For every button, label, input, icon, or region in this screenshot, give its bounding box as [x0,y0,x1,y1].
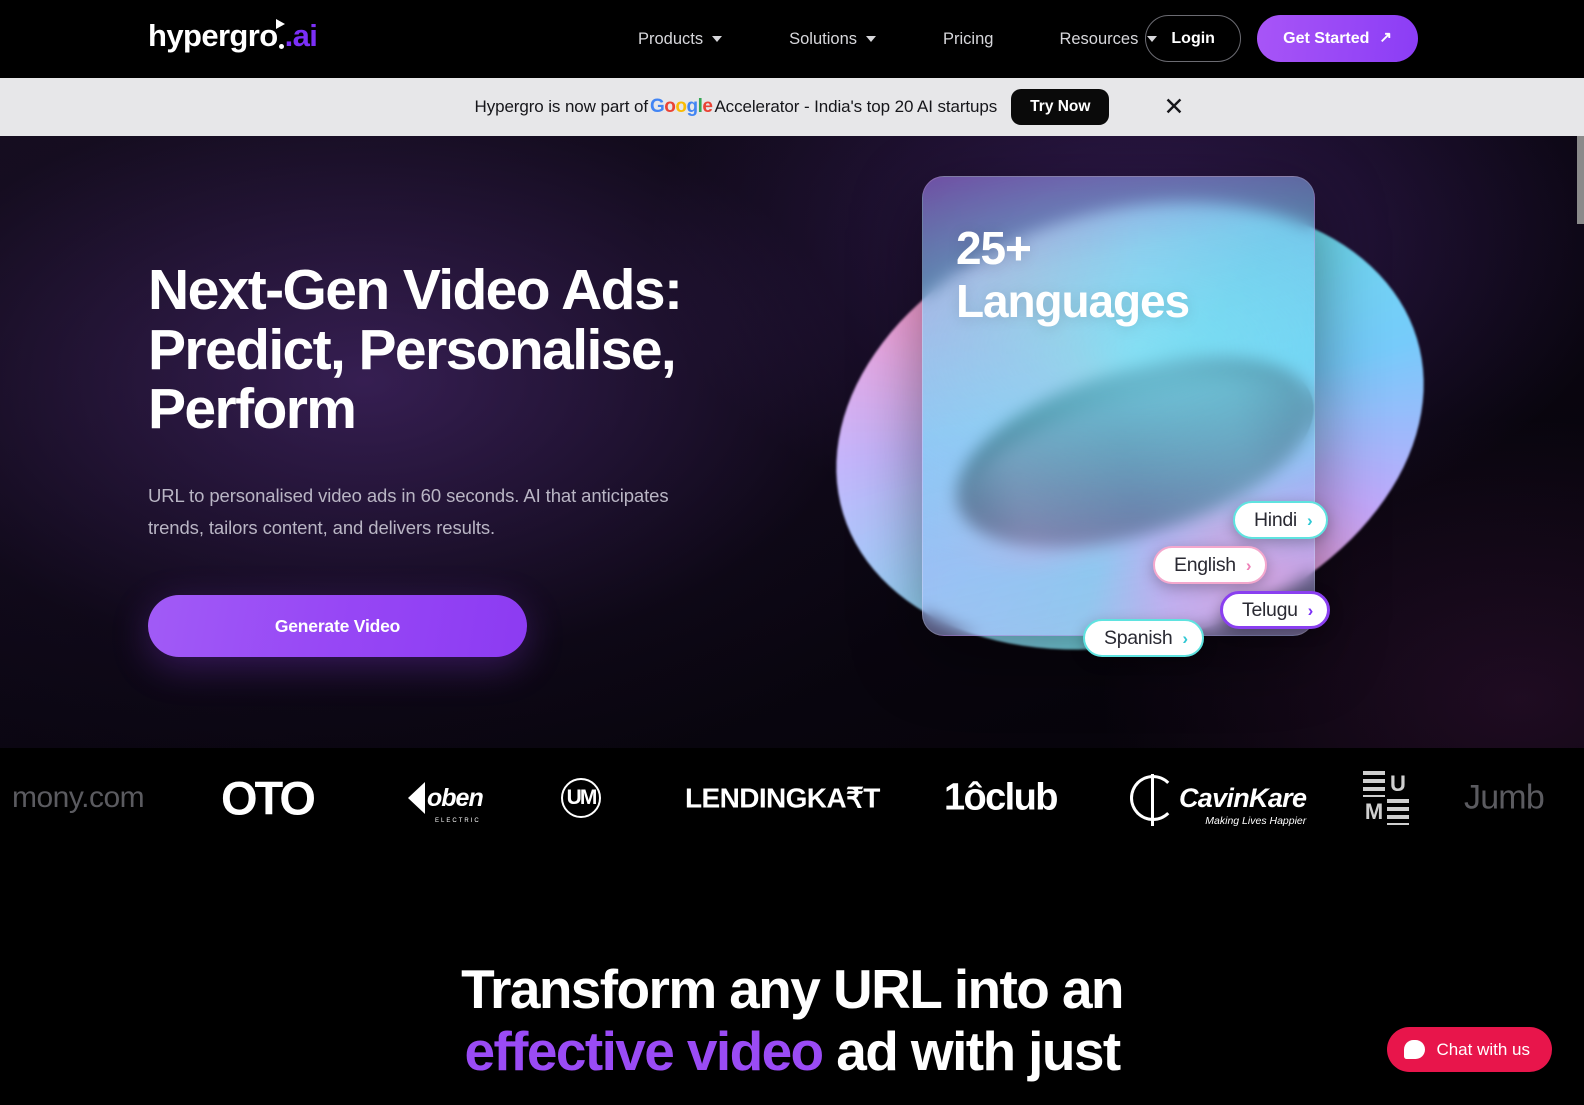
chat-with-us-button[interactable]: Chat with us [1387,1027,1552,1072]
client-logo-10club: 1ôclub [944,776,1058,819]
eume-letter-u: U [1390,771,1406,796]
pill-label-english: English [1174,553,1236,576]
hero-heading-line2: Predict, Personalise, [148,317,677,382]
chevron-right-icon: › [1245,555,1252,575]
hero-section: Next-Gen Video Ads: Predict, Personalise… [0,136,1584,748]
chevron-right-icon: › [1306,510,1313,530]
pill-label-spanish: Spanish [1104,626,1173,649]
play-triangle-icon [275,19,285,29]
banner-text-before: Hypergro is now part of [474,97,649,116]
cavinkare-tagline: Making Lives Happier [1205,814,1307,827]
header-actions: Login Get Started ↗ [1145,15,1418,62]
hero-subtitle: URL to personalised video ads in 60 seco… [148,484,669,538]
language-pill-spanish[interactable]: Spanish › [1083,619,1204,657]
language-pill-telugu[interactable]: Telugu › [1220,591,1331,629]
login-button[interactable]: Login [1145,15,1242,62]
hero-heading-line1: Next-Gen Video Ads: [148,258,683,322]
nav-item-products[interactable]: Products [605,30,756,49]
cavinkare-mark-icon [1130,774,1176,826]
transform-heading-line1: Transform any URL into an [461,958,1124,1020]
nav-label-products: Products [638,29,704,48]
banner-text: Hypergro is now part of Google Accelerat… [475,89,1110,125]
cavinkare-text: CavinKare [1179,782,1307,813]
pill-label-telugu: Telugu [1242,598,1298,621]
client-logo-jumbotail: Jumb [1464,778,1545,817]
banner-text-after: Accelerator - India's top 20 AI startups [714,97,998,116]
client-logo-cavinkare: CavinKare Making Lives Happier [1130,774,1307,827]
logo-play-dot [275,19,285,51]
nav-label-resources: Resources [1059,29,1139,48]
logo-text: hypergro [148,18,278,53]
client-logo-oben: oben ELECTRIC [408,782,484,824]
try-now-button[interactable]: Try Now [1011,89,1110,125]
client-logo-um: UM [561,778,601,818]
transform-heading: Transform any URL into an effective vide… [0,958,1584,1082]
nav-item-solutions[interactable]: Solutions [756,30,910,49]
eume-bars-e [1363,771,1385,797]
oben-text: oben [427,783,484,812]
nav-label-solutions: Solutions [789,29,858,48]
main-navigation: Products Solutions Pricing Resources [605,0,1191,78]
transform-heading-line2-rest: ad with just [822,1020,1121,1083]
generate-video-button[interactable]: Generate Video [148,595,527,658]
announcement-banner: Hypergro is now part of Google Accelerat… [0,78,1584,136]
google-logo: Google [649,96,713,117]
site-header: hypergro .ai Products Solutions Pricing … [0,0,1584,78]
chevron-down-icon [866,35,877,43]
nav-label-pricing: Pricing [943,29,994,48]
language-pill-list: Hindi › English › Telugu › Spanish › [820,176,1440,696]
client-logo-strip: mony.com OTO oben ELECTRIC UM LENDINGKA₹… [0,748,1584,848]
hero-heading: Next-Gen Video Ads: Predict, Personalise… [148,258,868,442]
chat-label: Chat with us [1436,1039,1530,1059]
cavinkare-wordmark: CavinKare Making Lives Happier [1179,782,1307,827]
client-logo-eume: U M [1363,771,1409,825]
oben-subtext: ELECTRIC [435,817,481,824]
scrollbar-thumb[interactable] [1577,136,1584,224]
chat-bubble-icon [1404,1040,1426,1059]
chevron-down-icon [712,35,723,43]
page-root: hypergro .ai Products Solutions Pricing … [0,0,1584,1105]
logo-dot-icon [278,44,284,49]
chevron-right-icon: › [1307,600,1314,620]
site-logo[interactable]: hypergro .ai [148,18,318,53]
transform-section: Transform any URL into an effective vide… [0,848,1584,1105]
eume-bars-e2 [1387,799,1409,825]
language-pill-english[interactable]: English › [1153,546,1268,584]
get-started-button[interactable]: Get Started ↗ [1257,15,1418,62]
eume-letter-m: M [1364,799,1384,824]
oben-wordmark: oben ELECTRIC [427,783,484,824]
page-scrollbar[interactable] [1577,136,1584,1105]
hero-copy: Next-Gen Video Ads: Predict, Personalise… [148,258,868,658]
nav-item-pricing[interactable]: Pricing [910,30,1026,49]
hero-visual: 25+ Languages Hindi › English › Telugu › [780,136,1480,720]
language-pill-hindi[interactable]: Hindi › [1233,501,1329,539]
client-logo-lendingkart: LENDINGKA₹T [685,782,880,814]
oben-caret-icon [408,782,425,814]
hero-heading-line3: Perform [148,377,357,442]
client-logo-oto: OTO [221,771,316,825]
client-logo-monycom: mony.com [12,781,145,814]
chevron-right-icon: › [1182,628,1188,648]
arrow-up-right-icon: ↗ [1379,29,1392,46]
logo-ai-text: .ai [284,18,318,53]
transform-heading-accent: effective video [464,1020,824,1083]
pill-label-hindi: Hindi [1254,508,1297,531]
get-started-label: Get Started [1283,29,1370,47]
close-icon[interactable]: ✕ [1160,93,1188,121]
